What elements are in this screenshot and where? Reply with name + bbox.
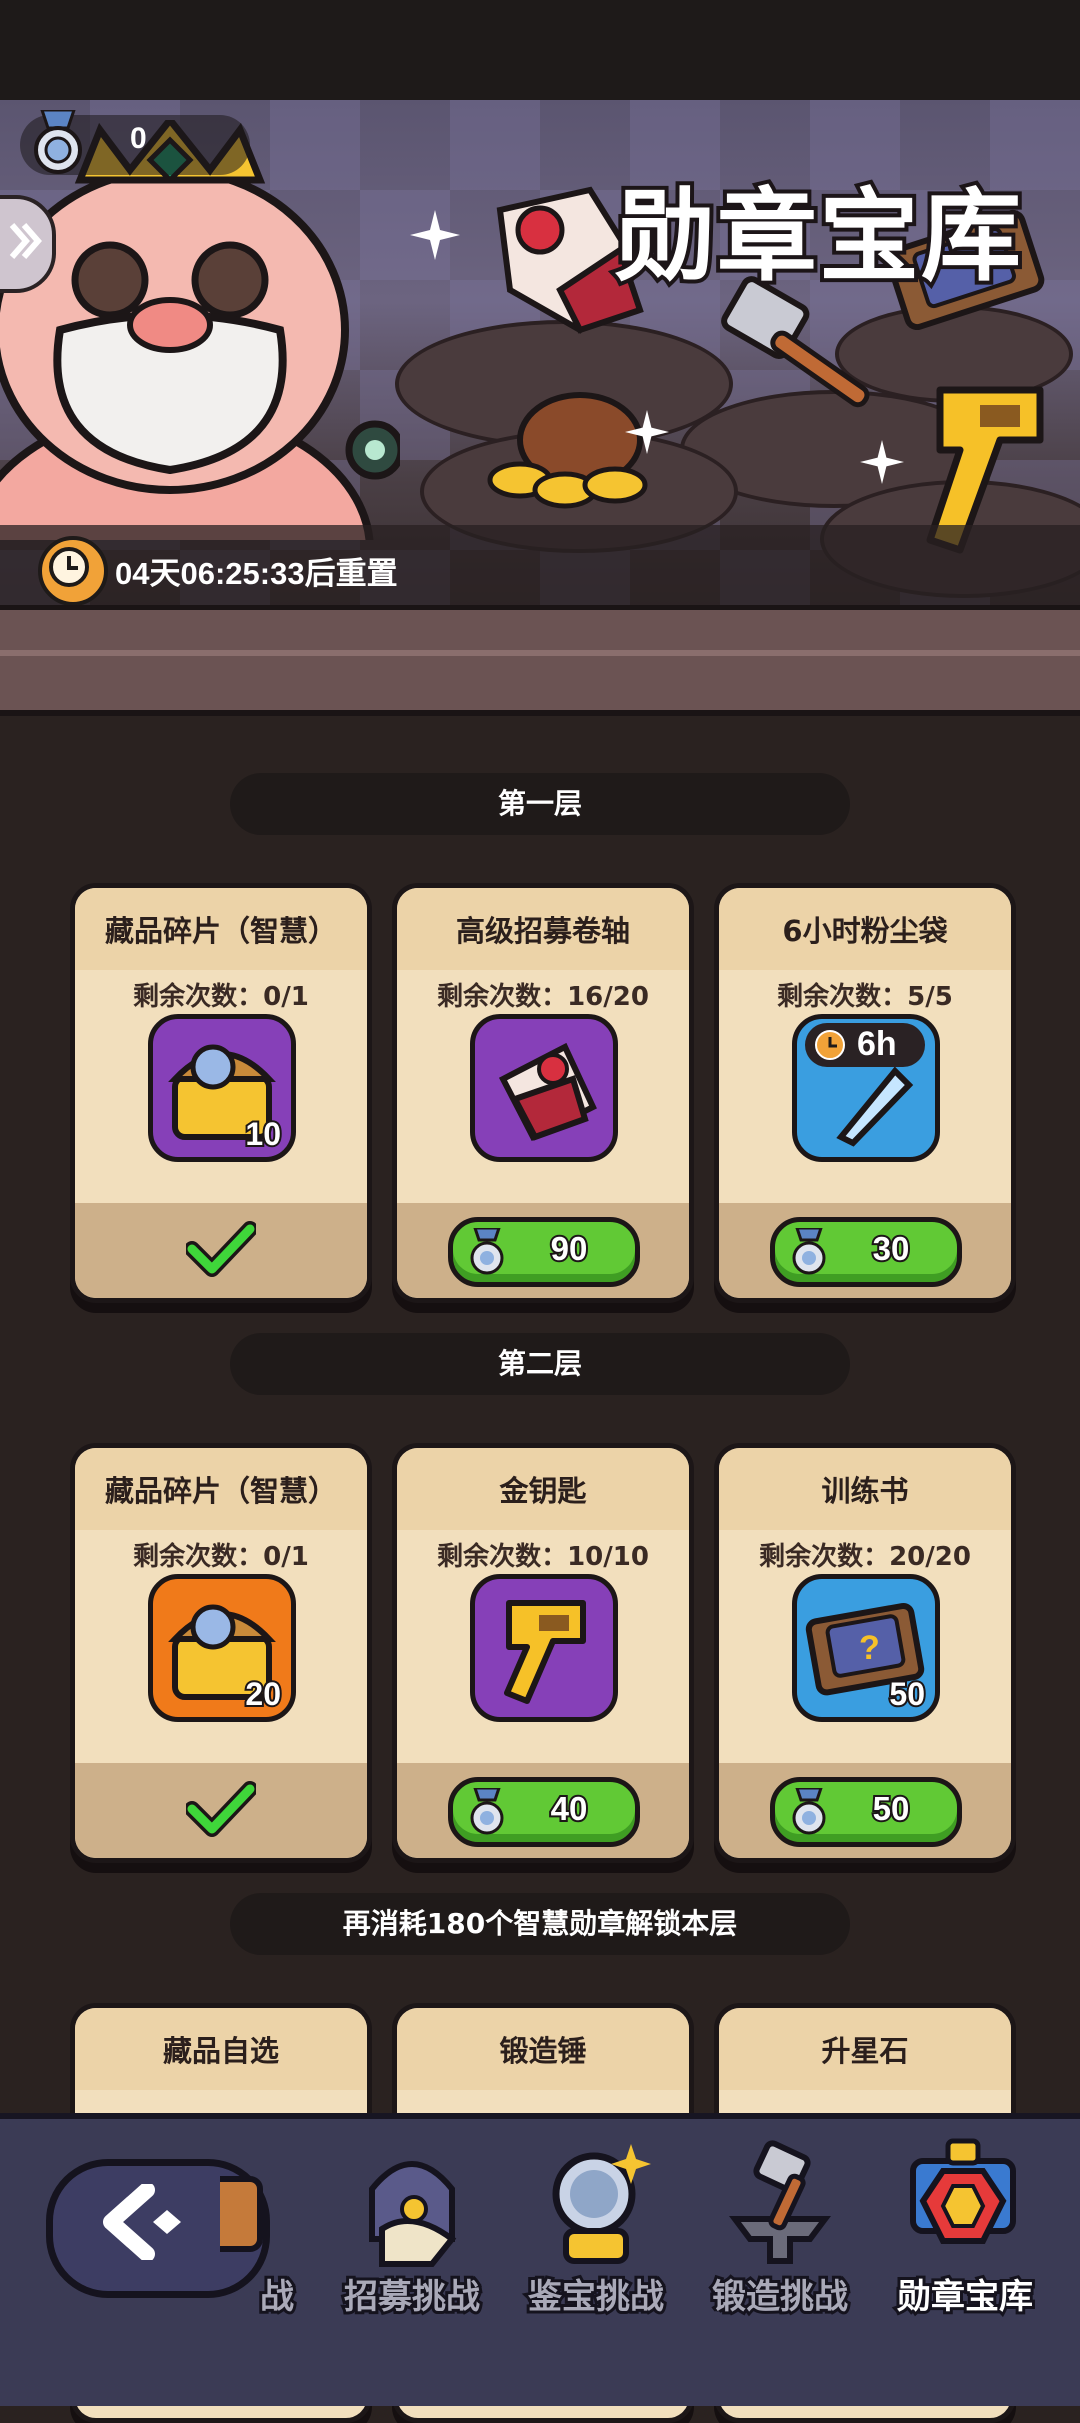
bottom-nav: 战 招募挑战 鉴宝挑战 锻造挑战 勋章宝库 [0,2113,1080,2406]
tab-label: 鉴宝挑战 [525,2275,667,2319]
wisdom-medal-icon [470,1228,504,1275]
price-label: 30 [871,1228,912,1269]
remaining-count: 剩余次数：0/1 [133,1542,309,1572]
wisdom-medal-icon [792,1228,826,1275]
double-chevron-right-icon [9,223,42,259]
back-arrow-icon [103,2184,181,2260]
tab-label: 招募挑战 [341,2275,483,2319]
shop-item-card[interactable]: 金钥匙 剩余次数：10/10 40 [392,1443,694,1863]
shop-content[interactable]: 第一层 藏品碎片（智慧） 剩余次数：0/1 10 高级招募卷轴 剩余次数：16/… [0,705,1080,2423]
item-quantity: 10 [243,1114,283,1154]
item-name: 金钥匙 [397,1448,689,1530]
wisdom-medal-icon [792,1788,826,1835]
shelf-divider [0,605,1080,716]
buy-button[interactable]: 50 [770,1777,962,1847]
tab-label: 勋章宝库 [894,2275,1036,2319]
duration-label: 6h [857,1025,897,1063]
remaining-count: 剩余次数：10/10 [437,1542,649,1572]
tab-label: 战 [257,2275,297,2319]
item-name: 藏品碎片（智慧） [75,888,367,970]
item-name: 藏品碎片（智慧） [75,1448,367,1530]
checkmark-icon [186,1781,256,1837]
clock-icon [815,1030,845,1060]
recruit-helmet-icon [369,2161,457,2267]
tab-recruit-challenge[interactable]: 招募挑战 [322,2139,502,2329]
tab-appraisal-challenge[interactable]: 鉴宝挑战 [506,2139,686,2329]
status-area [0,0,1080,100]
page-title: 勋章宝库 [611,177,1025,297]
sparkle-icon [625,410,669,454]
layer-header-3: 再消耗180个智慧勋章解锁本层 [230,1893,850,1955]
king-character-image [0,120,400,540]
item-name: 锻造锤 [397,2008,689,2090]
layer-header-2: 第二层 [230,1333,850,1395]
price-label: 40 [549,1788,590,1829]
gold-key-icon [470,1574,618,1722]
item-name: 藏品自选 [75,2008,367,2090]
scroll-icon [470,1014,618,1162]
remaining-count: 剩余次数：5/5 [777,982,953,1012]
wisdom-medal-icon [470,1788,504,1835]
duration-badge: 6h [805,1023,925,1067]
remaining-count: 剩余次数：20/20 [759,1542,971,1572]
checkmark-icon [186,1221,256,1277]
wisdom-medal-icon [34,110,82,174]
shop-item-card[interactable]: 高级招募卷轴 剩余次数：16/20 90 [392,883,694,1303]
clock-icon [38,536,108,606]
tab-partial[interactable]: 战 [220,2139,300,2329]
shop-item-card[interactable]: 藏品碎片（智慧） 剩余次数：0/1 10 [70,883,372,1303]
buy-button[interactable]: 40 [448,1777,640,1847]
tab-forge-challenge[interactable]: 锻造挑战 [690,2139,870,2329]
shop-item-card[interactable]: 藏品碎片（智慧） 剩余次数：0/1 20 [70,1443,372,1863]
price-label: 50 [871,1788,912,1829]
svg-text:?: ? [859,1629,880,1667]
training-book-icon: ? 50 [792,1574,940,1722]
reset-timer-text: 04天06:25:33后重置 [115,556,398,591]
dust-crystal-icon: 6h [792,1014,940,1162]
remaining-count: 剩余次数：16/20 [437,982,649,1012]
item-name: 升星石 [719,2008,1011,2090]
partial-tab-icon [220,2176,263,2252]
item-name: 6小时粉尘袋 [719,888,1011,970]
sparkle-icon [860,440,904,484]
tab-label: 锻造挑战 [709,2275,851,2319]
medal-treasury-icon [910,2138,1016,2244]
buy-button[interactable]: 90 [448,1217,640,1287]
item-name: 训练书 [719,1448,1011,1530]
anvil-hammer-icon [729,2140,831,2264]
remaining-count: 剩余次数：0/1 [133,982,309,1012]
treasure-chest-icon: 20 [148,1574,296,1722]
shop-item-card[interactable]: 6小时粉尘袋 剩余次数：5/5 6h 30 [714,883,1016,1303]
item-quantity: 20 [243,1674,283,1714]
item-name: 高级招募卷轴 [397,888,689,970]
item-quantity: 50 [887,1674,927,1714]
magnifier-icon [552,2144,651,2264]
shop-item-card[interactable]: 训练书 剩余次数：20/20 ? 50 50 [714,1443,1016,1863]
treasure-chest-icon: 10 [148,1014,296,1162]
price-label: 90 [549,1228,590,1269]
tab-medal-treasury[interactable]: 勋章宝库 [875,2138,1055,2329]
medal-count: 0 [130,122,147,155]
layer-header-1: 第一层 [230,773,850,835]
buy-button[interactable]: 30 [770,1217,962,1287]
sparkle-icon [410,210,460,260]
